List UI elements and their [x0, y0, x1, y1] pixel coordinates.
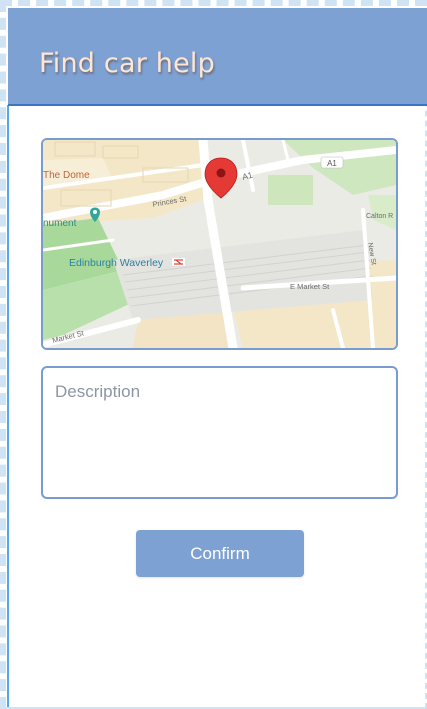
confirm-button[interactable]: Confirm [136, 530, 304, 577]
phone-frame [0, 0, 427, 709]
location-map[interactable]: The Dome Princes St A1 A1 nument Edinbur… [41, 138, 398, 350]
frame-divider [7, 105, 9, 707]
map-label-edinburgh-waverley: Edinburgh Waverley [69, 257, 164, 269]
map-canvas[interactable]: The Dome Princes St A1 A1 nument Edinbur… [43, 140, 396, 348]
map-label-e-market-st: E Market St [290, 282, 330, 291]
description-field[interactable] [41, 366, 398, 499]
app-header: Find car help [8, 8, 427, 106]
map-label-calton-rd: Calton R [366, 213, 393, 220]
map-label-the-dome: The Dome [43, 170, 90, 181]
page-title: Find car help [39, 48, 215, 79]
a1-road-shield: A1 [320, 156, 344, 169]
a1-shield-label: A1 [327, 159, 337, 168]
map-label-monument: nument [43, 218, 77, 229]
national-rail-icon [172, 258, 185, 266]
